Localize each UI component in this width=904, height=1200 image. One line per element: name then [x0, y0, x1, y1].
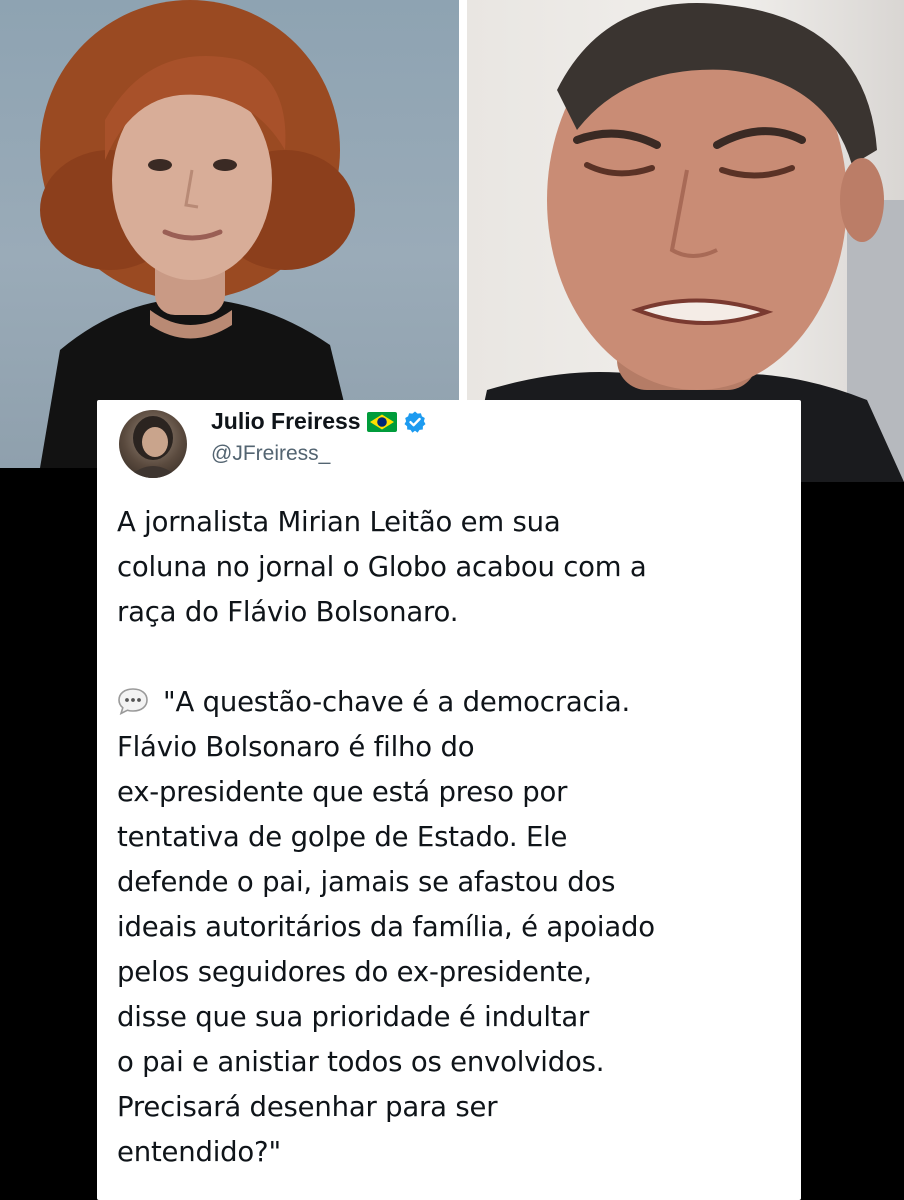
user-handle[interactable]: @JFreiress_ [211, 442, 330, 466]
photo-woman [0, 0, 459, 468]
tweet-text-line: raça do Flávio Bolsonaro. [117, 596, 459, 628]
tweet-text-line: ex-presidente que está preso por [117, 776, 568, 808]
speech-bubble-icon [117, 684, 149, 716]
tweet-text-line: coluna no jornal o Globo acabou com a [117, 551, 647, 583]
tweet-text-line: o pai e anistiar todos os envolvidos. [117, 1046, 605, 1078]
verified-badge-icon [403, 410, 427, 434]
tweet-card: Julio Freiress @JFreiress_ A jornalista … [97, 400, 801, 1200]
tweet-text-line: Precisará desenhar para ser [117, 1091, 498, 1123]
tweet-text-line: entendido?" [117, 1136, 281, 1168]
avatar[interactable] [119, 410, 187, 478]
name-row: Julio Freiress [211, 408, 427, 435]
brazil-flag-icon [366, 411, 397, 432]
photo-woman-illustration [40, 0, 360, 468]
tweet-text-line: A jornalista Mirian Leitão em sua [117, 506, 561, 538]
tweet-header: Julio Freiress @JFreiress_ [119, 400, 779, 482]
tweet-text-line: pelos seguidores do ex-presidente, [117, 956, 592, 988]
tweet-text-line: defende o pai, jamais se afastou dos [117, 866, 616, 898]
tweet-text-line: tentativa de golpe de Estado. Ele [117, 821, 568, 853]
tweet-text-line: disse que sua prioridade é indultar [117, 1001, 590, 1033]
avatar-image [127, 416, 179, 478]
tweet-quote-text: "A questão-chave é a democracia. [163, 686, 631, 718]
tweet-text: A jornalista Mirian Leitão em sua coluna… [117, 500, 789, 1175]
tweet-quote-line-first: "A questão-chave é a democracia. [117, 680, 789, 725]
tweet-text-line: ideais autoritários da família, é apoiad… [117, 911, 655, 943]
display-name[interactable]: Julio Freiress [211, 408, 361, 435]
tweet-text-line: Flávio Bolsonaro é filho do [117, 731, 475, 763]
